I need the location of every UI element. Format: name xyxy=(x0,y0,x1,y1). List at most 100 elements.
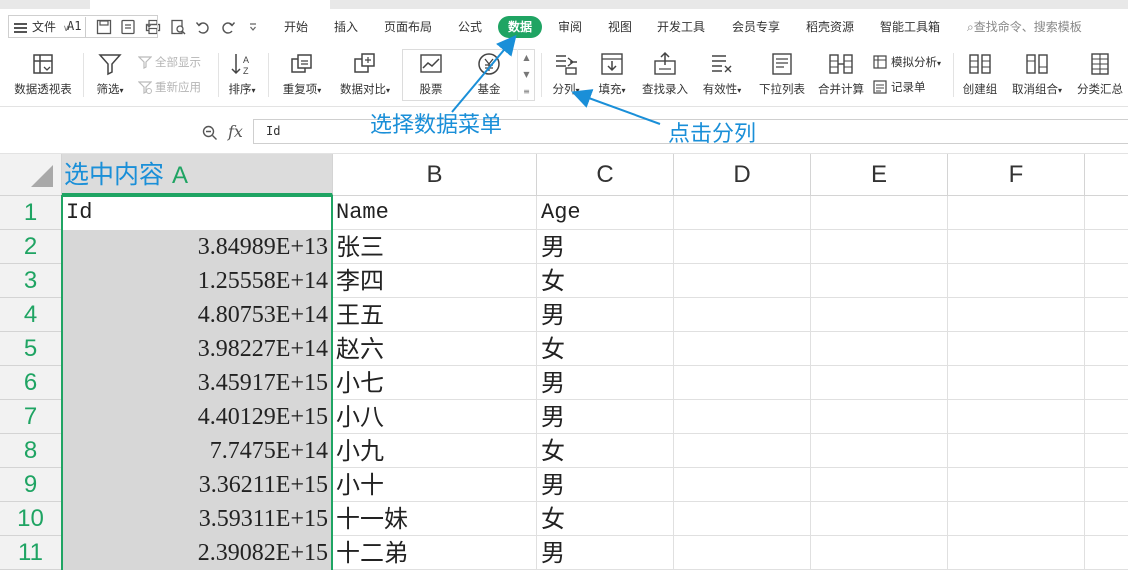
validity-label: 有效性 xyxy=(702,82,738,96)
cell-b2[interactable]: 张三 xyxy=(333,230,536,264)
cell-a10[interactable]: 3.59311E+15 xyxy=(62,502,332,536)
record-form-button[interactable]: 记录单 xyxy=(873,78,926,96)
cell-b9[interactable]: 小十 xyxy=(333,468,536,502)
cell-a9[interactable]: 3.36211E+15 xyxy=(62,468,332,502)
row-header[interactable]: 7 xyxy=(0,400,62,434)
cell-b11[interactable]: 十二弟 xyxy=(333,536,536,570)
scroll-down-icon[interactable]: ▼ xyxy=(518,66,535,83)
tab-insert[interactable]: 插入 xyxy=(334,9,358,45)
cell-b10[interactable]: 十一妹 xyxy=(333,502,536,536)
row-header[interactable]: 8 xyxy=(0,434,62,468)
print-preview-icon[interactable] xyxy=(170,19,186,35)
row-header[interactable]: 5 xyxy=(0,332,62,366)
cell-c4[interactable]: 男 xyxy=(537,298,673,332)
cell-c6[interactable]: 男 xyxy=(537,366,673,400)
cell-c5[interactable]: 女 xyxy=(537,332,673,366)
scroll-up-icon[interactable]: ▲ xyxy=(518,49,535,66)
column-header-f[interactable]: F xyxy=(948,154,1085,196)
redo-icon[interactable] xyxy=(220,19,236,35)
tab-home[interactable]: 开始 xyxy=(284,9,308,45)
row-header[interactable]: 3 xyxy=(0,264,62,298)
reapply-button[interactable]: 重新应用 xyxy=(137,78,201,96)
tab-page-layout[interactable]: 页面布局 xyxy=(384,9,432,45)
filter-button[interactable]: 筛选▾ xyxy=(88,45,132,105)
menu-bar: 文件 ∨ 开始 插入 页面布局 公式 数据 审阅 视图 开发工具 会员专享 稻壳… xyxy=(0,9,1128,45)
fill-button[interactable]: 填充▾ xyxy=(592,45,632,105)
select-all-corner[interactable] xyxy=(0,154,62,196)
column-header-g[interactable] xyxy=(1085,154,1128,196)
column-header-c[interactable]: C xyxy=(537,154,674,196)
row-header[interactable]: 2 xyxy=(0,230,62,264)
column-header-e[interactable]: E xyxy=(811,154,948,196)
cell-a7[interactable]: 4.40129E+15 xyxy=(62,400,332,434)
expand-gallery-icon[interactable]: ≡ xyxy=(518,83,535,100)
tab-docer[interactable]: 稻壳资源 xyxy=(806,9,854,45)
subtotal-button[interactable]: 分类汇总 xyxy=(1074,45,1126,105)
dropdown-list-button[interactable]: 下拉列表 xyxy=(754,45,810,105)
cell-a11[interactable]: 2.39082E+15 xyxy=(62,536,332,570)
tab-view[interactable]: 视图 xyxy=(608,9,632,45)
row-header[interactable]: 6 xyxy=(0,366,62,400)
tab-formula[interactable]: 公式 xyxy=(458,9,482,45)
column-header-d[interactable]: D xyxy=(674,154,811,196)
tab-developer[interactable]: 开发工具 xyxy=(657,9,705,45)
cell-a3[interactable]: 1.25558E+14 xyxy=(62,264,332,298)
cell-c3[interactable]: 女 xyxy=(537,264,673,298)
lookup-entry-label: 查找录入 xyxy=(642,82,688,96)
cell-a5[interactable]: 3.98227E+14 xyxy=(62,332,332,366)
cell-c8[interactable]: 女 xyxy=(537,434,673,468)
customize-quick-access-icon[interactable] xyxy=(248,19,258,35)
ungroup-button[interactable]: 取消组合▾ xyxy=(1006,45,1068,105)
duplicates-button[interactable]: 重复项▾ xyxy=(276,45,328,105)
row-header[interactable]: 11 xyxy=(0,536,62,570)
cell-c1[interactable]: Age xyxy=(537,196,673,230)
stocks-button[interactable]: 股票 xyxy=(408,45,454,105)
name-box-dropdown-icon[interactable] xyxy=(146,24,152,28)
cell-c9[interactable]: 男 xyxy=(537,468,673,502)
tab-smart-toolbox[interactable]: 智能工具箱 xyxy=(880,9,940,45)
cell-c10[interactable]: 女 xyxy=(537,502,673,536)
cell-b3[interactable]: 李四 xyxy=(333,264,536,298)
cell-a6[interactable]: 3.45917E+15 xyxy=(62,366,332,400)
row-header[interactable]: 4 xyxy=(0,298,62,332)
cell-a4[interactable]: 4.80753E+14 xyxy=(62,298,332,332)
insert-function-button[interactable]: fx xyxy=(228,122,243,141)
gallery-scroll[interactable]: ▲ ▼ ≡ xyxy=(517,49,535,101)
cell-a2[interactable]: 3.84989E+13 xyxy=(62,230,332,264)
consolidate-button[interactable]: 合并计算 xyxy=(814,45,868,105)
split-column-button[interactable]: 分列▾ xyxy=(546,45,586,105)
validity-button[interactable]: 有效性▾ xyxy=(698,45,746,105)
funds-button[interactable]: 基金 xyxy=(466,45,512,105)
row-header[interactable]: 1 xyxy=(0,196,62,230)
sort-button[interactable]: AZ 排序▾ xyxy=(222,45,262,105)
cell-b4[interactable]: 王五 xyxy=(333,298,536,332)
name-box[interactable]: A1 xyxy=(8,15,158,38)
chevron-down-icon: ▾ xyxy=(937,59,942,68)
cell-b7[interactable]: 小八 xyxy=(333,400,536,434)
row-header[interactable]: 9 xyxy=(0,468,62,502)
cell-c2[interactable]: 男 xyxy=(537,230,673,264)
cell-a8[interactable]: 7.7475E+14 xyxy=(62,434,332,468)
data-compare-button[interactable]: 数据对比▾ xyxy=(334,45,396,105)
command-search[interactable]: ⌕查找命令、搜索模板 xyxy=(967,9,1082,45)
column-header-a[interactable]: 选中内容 A xyxy=(62,154,333,196)
cell-b1[interactable]: Name xyxy=(333,196,536,230)
pivot-table-button[interactable]: 数据透视表 xyxy=(10,45,76,105)
tab-review[interactable]: 审阅 xyxy=(558,9,582,45)
row-header[interactable]: 10 xyxy=(0,502,62,536)
cell-c11[interactable]: 男 xyxy=(537,536,673,570)
create-group-button[interactable]: 创建组 xyxy=(958,45,1002,105)
cell-a1[interactable]: Id xyxy=(62,196,332,230)
tab-member[interactable]: 会员专享 xyxy=(732,9,780,45)
cell-b8[interactable]: 小九 xyxy=(333,434,536,468)
lookup-entry-button[interactable]: 查找录入 xyxy=(638,45,692,105)
zoom-formula-icon[interactable] xyxy=(202,125,218,141)
show-all-button[interactable]: 全部显示 xyxy=(137,53,201,71)
undo-icon[interactable] xyxy=(195,19,211,35)
cell-c7[interactable]: 男 xyxy=(537,400,673,434)
what-if-analysis-button[interactable]: 模拟分析▾ xyxy=(873,53,941,71)
tab-data[interactable]: 数据 xyxy=(498,16,543,38)
cell-b5[interactable]: 赵六 xyxy=(333,332,536,366)
column-header-b[interactable]: B xyxy=(333,154,537,196)
cell-b6[interactable]: 小七 xyxy=(333,366,536,400)
